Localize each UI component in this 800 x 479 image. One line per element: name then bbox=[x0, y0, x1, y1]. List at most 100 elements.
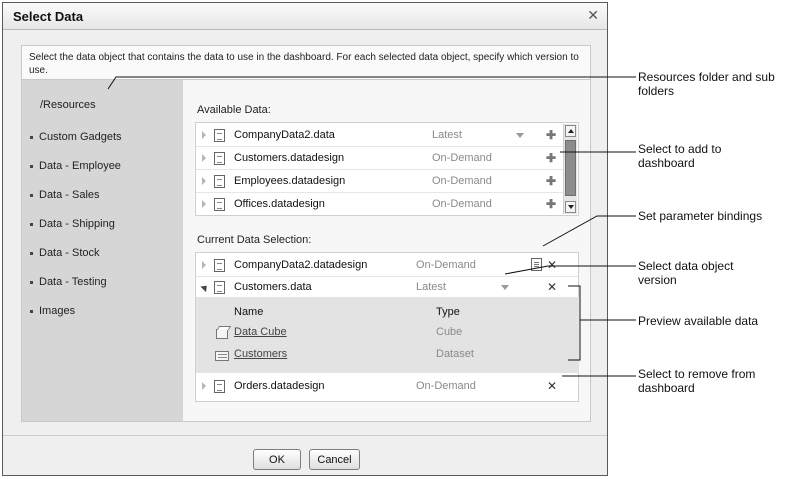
scroll-up-icon[interactable] bbox=[565, 125, 576, 137]
available-data-list: CompanyData2.data Latest ✚ Customers.dat… bbox=[195, 122, 579, 216]
ok-button[interactable]: OK bbox=[253, 449, 301, 470]
callout-resources: Resources folder and sub folders bbox=[638, 70, 775, 98]
dataset-icon bbox=[215, 351, 229, 361]
remove-icon[interactable]: ✕ bbox=[547, 280, 557, 294]
footer-divider bbox=[3, 435, 607, 436]
expand-icon[interactable] bbox=[202, 261, 206, 269]
available-scrollbar[interactable] bbox=[563, 124, 577, 214]
data-object-name: CompanyData2.datadesign bbox=[234, 259, 368, 271]
collapse-icon[interactable] bbox=[200, 282, 210, 292]
add-icon[interactable]: ✚ bbox=[546, 174, 556, 188]
select-data-dialog: Select Data ✕ Select the data object tha… bbox=[2, 2, 608, 476]
preview-item-type: Dataset bbox=[436, 348, 474, 360]
dialog-title: Select Data bbox=[13, 9, 84, 24]
data-object-name: Offices.datadesign bbox=[234, 198, 325, 210]
preview-name-header: Name bbox=[234, 306, 264, 318]
sidebar-item-custom-gadgets[interactable]: Custom Gadgets bbox=[30, 131, 122, 143]
add-icon[interactable]: ✚ bbox=[546, 197, 556, 211]
scroll-thumb[interactable] bbox=[565, 140, 576, 196]
callout-parameters: Set parameter bindings bbox=[638, 209, 763, 223]
version-dropdown-icon[interactable] bbox=[501, 284, 509, 290]
version-dropdown-icon[interactable] bbox=[516, 132, 524, 138]
parameter-bindings-icon[interactable] bbox=[531, 258, 542, 271]
current-selection-label: Current Data Selection: bbox=[197, 234, 312, 246]
sidebar-item-label: Custom Gadgets bbox=[39, 131, 122, 143]
data-object-name: Orders.datadesign bbox=[234, 380, 325, 392]
sidebar-item-images[interactable]: Images bbox=[30, 305, 75, 317]
data-object-icon bbox=[214, 197, 225, 211]
sidebar-item-data-stock[interactable]: Data - Stock bbox=[30, 247, 100, 259]
bullet-icon bbox=[30, 193, 33, 197]
version-label: Latest bbox=[416, 281, 446, 293]
sidebar-item-data-shipping[interactable]: Data - Shipping bbox=[30, 218, 115, 230]
data-object-icon bbox=[214, 258, 225, 272]
data-object-icon bbox=[214, 174, 225, 188]
bullet-icon bbox=[30, 251, 33, 255]
list-item[interactable]: Employees.datadesign On-Demand ✚ bbox=[196, 170, 564, 192]
sidebar-item-label: Data - Testing bbox=[39, 276, 107, 288]
resources-sidebar: /Resources Custom Gadgets Data - Employe… bbox=[22, 80, 182, 421]
expand-icon[interactable] bbox=[202, 200, 206, 208]
add-icon[interactable]: ✚ bbox=[546, 151, 556, 165]
data-panel: Available Data: CompanyData2.data Latest… bbox=[183, 80, 590, 421]
version-label: On-Demand bbox=[416, 380, 476, 392]
close-icon[interactable]: ✕ bbox=[587, 8, 599, 24]
add-icon[interactable]: ✚ bbox=[546, 128, 556, 142]
data-object-name: Customers.data bbox=[234, 281, 312, 293]
bullet-icon bbox=[30, 280, 33, 284]
data-preview-panel: Name Type Data Cube Cube Customers Datas… bbox=[196, 297, 579, 373]
data-object-name: CompanyData2.data bbox=[234, 129, 335, 141]
sidebar-item-label: Data - Stock bbox=[39, 247, 100, 259]
bullet-icon bbox=[30, 309, 33, 313]
version-label: On-Demand bbox=[432, 152, 492, 164]
sidebar-item-data-sales[interactable]: Data - Sales bbox=[30, 189, 100, 201]
data-object-icon bbox=[214, 128, 225, 142]
current-data-list: CompanyData2.datadesign On-Demand ✕ Cust… bbox=[195, 252, 579, 402]
remove-icon[interactable]: ✕ bbox=[547, 379, 557, 393]
list-item[interactable]: Offices.datadesign On-Demand ✚ bbox=[196, 193, 564, 215]
data-object-icon bbox=[214, 280, 225, 294]
sidebar-item-data-testing[interactable]: Data - Testing bbox=[30, 276, 107, 288]
callout-version: Select data object version bbox=[638, 259, 734, 287]
bullet-icon bbox=[30, 164, 33, 168]
preview-item-link[interactable]: Data Cube bbox=[234, 326, 287, 338]
data-object-name: Employees.datadesign bbox=[234, 175, 346, 187]
preview-item-type: Cube bbox=[436, 326, 463, 338]
expand-icon[interactable] bbox=[202, 382, 206, 390]
sidebar-item-data-employee[interactable]: Data - Employee bbox=[30, 160, 121, 172]
bullet-icon bbox=[30, 135, 33, 139]
version-label: On-Demand bbox=[432, 175, 492, 187]
data-object-icon bbox=[214, 151, 225, 165]
bullet-icon bbox=[30, 222, 33, 226]
list-item[interactable]: CompanyData2.datadesign On-Demand ✕ bbox=[196, 254, 578, 276]
callout-remove: Select to remove from dashboard bbox=[638, 367, 756, 395]
sidebar-item-label: Data - Employee bbox=[39, 160, 121, 172]
list-item[interactable]: CompanyData2.data Latest ✚ bbox=[196, 124, 564, 146]
dialog-body: Select the data object that contains the… bbox=[21, 45, 591, 422]
data-object-name: Customers.datadesign bbox=[234, 152, 345, 164]
resources-root-folder[interactable]: /Resources bbox=[40, 99, 96, 111]
expand-icon[interactable] bbox=[202, 177, 206, 185]
list-item[interactable]: Customers.data Latest ✕ bbox=[196, 276, 578, 298]
cube-icon bbox=[216, 329, 228, 339]
preview-type-header: Type bbox=[436, 306, 460, 318]
preview-item-link[interactable]: Customers bbox=[234, 348, 287, 360]
instructions-text: Select the data object that contains the… bbox=[22, 46, 590, 80]
remove-icon[interactable]: ✕ bbox=[547, 258, 557, 272]
cancel-button[interactable]: Cancel bbox=[309, 449, 360, 470]
version-label: On-Demand bbox=[432, 198, 492, 210]
version-label: On-Demand bbox=[416, 259, 476, 271]
data-object-icon bbox=[214, 379, 225, 393]
list-item[interactable]: Orders.datadesign On-Demand ✕ bbox=[196, 375, 578, 397]
expand-icon[interactable] bbox=[202, 154, 206, 162]
list-item[interactable]: Customers.datadesign On-Demand ✚ bbox=[196, 147, 564, 169]
available-data-label: Available Data: bbox=[197, 104, 271, 116]
scroll-down-icon[interactable] bbox=[565, 201, 576, 213]
expand-icon[interactable] bbox=[202, 131, 206, 139]
version-label: Latest bbox=[432, 129, 462, 141]
sidebar-item-label: Images bbox=[39, 305, 76, 317]
sidebar-item-label: Data - Shipping bbox=[39, 218, 115, 230]
callout-preview: Preview available data bbox=[638, 314, 759, 328]
sidebar-item-label: Data - Sales bbox=[39, 189, 100, 201]
dialog-titlebar: Select Data ✕ bbox=[3, 3, 607, 30]
